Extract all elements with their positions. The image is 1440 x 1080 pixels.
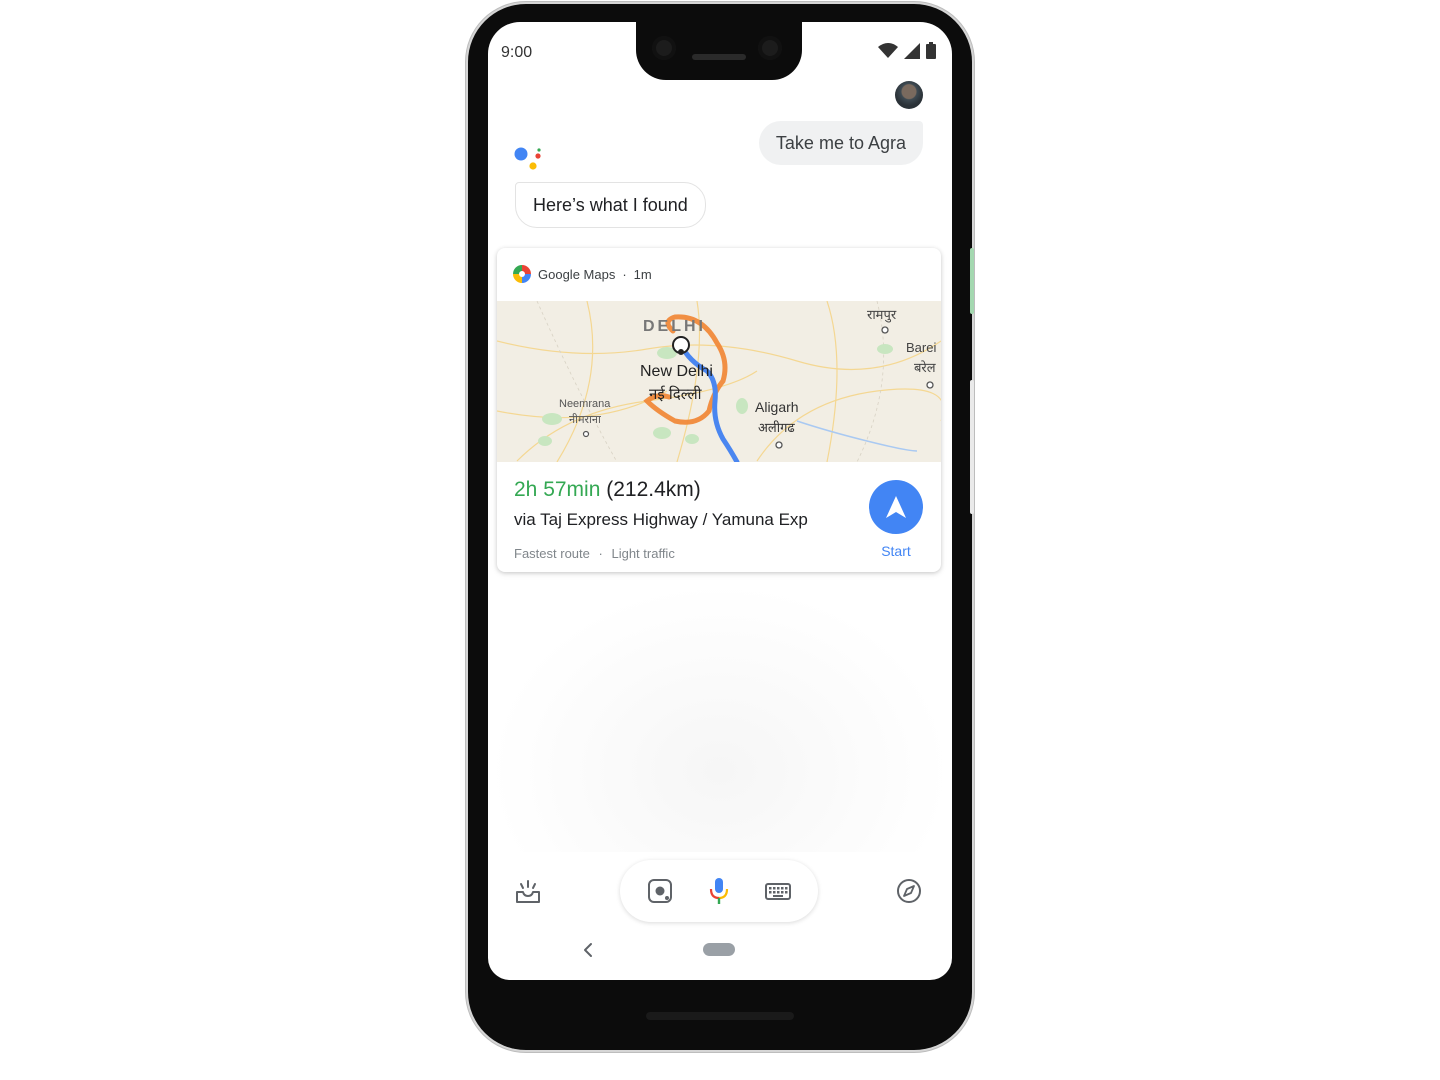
map-label-new-delhi-hindi: नई दिल्ली bbox=[649, 386, 702, 403]
assistant-reply-bubble: Here’s what I found bbox=[515, 182, 706, 228]
map-label-aligarh-hindi: अलीगढ bbox=[758, 420, 795, 435]
route-type: Fastest route bbox=[514, 546, 590, 561]
map-label-aligarh: Aligarh bbox=[755, 399, 799, 415]
card-source: Google Maps bbox=[538, 266, 616, 282]
route-via: via Taj Express Highway / Yamuna Exp bbox=[514, 510, 808, 529]
battery-icon bbox=[926, 42, 936, 59]
map-label-new-delhi: New Delhi bbox=[640, 363, 713, 380]
speaker-grill bbox=[646, 1012, 794, 1020]
empty-content-area bbox=[488, 582, 952, 852]
compass-icon[interactable] bbox=[896, 878, 922, 904]
front-camera-right bbox=[758, 36, 782, 60]
phone-screen: 9:00 Take me to Agra Here’s what I found bbox=[488, 22, 952, 980]
user-avatar[interactable] bbox=[895, 81, 923, 109]
map-label-bareilly-hindi: बरेल bbox=[914, 360, 936, 375]
route-duration: 2h 57min bbox=[514, 478, 601, 501]
power-button bbox=[970, 248, 974, 314]
map-label-delhi: DELHI bbox=[643, 318, 706, 335]
map-label-neemrana: Neemrana bbox=[559, 398, 611, 410]
route-traffic: Light traffic bbox=[611, 546, 675, 561]
keyboard-icon[interactable] bbox=[764, 877, 792, 905]
map-label-bareilly: Barei bbox=[906, 340, 937, 355]
volume-button bbox=[970, 380, 974, 514]
card-age: 1m bbox=[633, 266, 652, 282]
map-label-neemrana-hindi: नीमराना bbox=[569, 414, 601, 426]
mic-icon[interactable] bbox=[705, 874, 733, 908]
back-icon[interactable] bbox=[580, 940, 596, 960]
card-header: Google Maps · 1m bbox=[513, 264, 652, 284]
camera-notch bbox=[636, 22, 802, 80]
home-pill[interactable] bbox=[703, 943, 735, 956]
signal-icon bbox=[904, 42, 920, 59]
route-meta: Fastest route · Light traffic bbox=[514, 546, 675, 561]
map-label-rampur: रामपुर bbox=[867, 307, 897, 322]
card-separator: · bbox=[622, 266, 627, 282]
route-summary: 2h 57min (212.4km) bbox=[514, 478, 701, 502]
maps-result-card[interactable]: Google Maps · 1m DELHI New Delhi नई दिल्… bbox=[497, 248, 941, 572]
snapshot-tray-icon[interactable] bbox=[514, 878, 542, 906]
front-camera-left bbox=[652, 36, 676, 60]
start-navigation-button[interactable] bbox=[869, 480, 923, 534]
user-query-bubble: Take me to Agra bbox=[758, 121, 923, 165]
navigation-arrow-icon bbox=[886, 496, 906, 518]
lens-icon[interactable] bbox=[646, 877, 674, 905]
status-icons bbox=[878, 42, 936, 59]
route-map[interactable]: DELHI New Delhi नई दिल्ली रामपुर Barei ब… bbox=[497, 301, 941, 462]
status-time: 9:00 bbox=[501, 44, 533, 61]
start-label[interactable]: Start bbox=[873, 543, 919, 559]
map-background bbox=[497, 301, 941, 462]
route-distance: (212.4km) bbox=[606, 478, 701, 501]
earpiece bbox=[692, 54, 746, 60]
google-assistant-icon bbox=[514, 147, 541, 170]
input-controls-pill bbox=[620, 860, 818, 922]
wifi-icon bbox=[878, 42, 898, 58]
google-maps-icon bbox=[513, 265, 531, 283]
route-meta-separator: · bbox=[598, 546, 603, 561]
